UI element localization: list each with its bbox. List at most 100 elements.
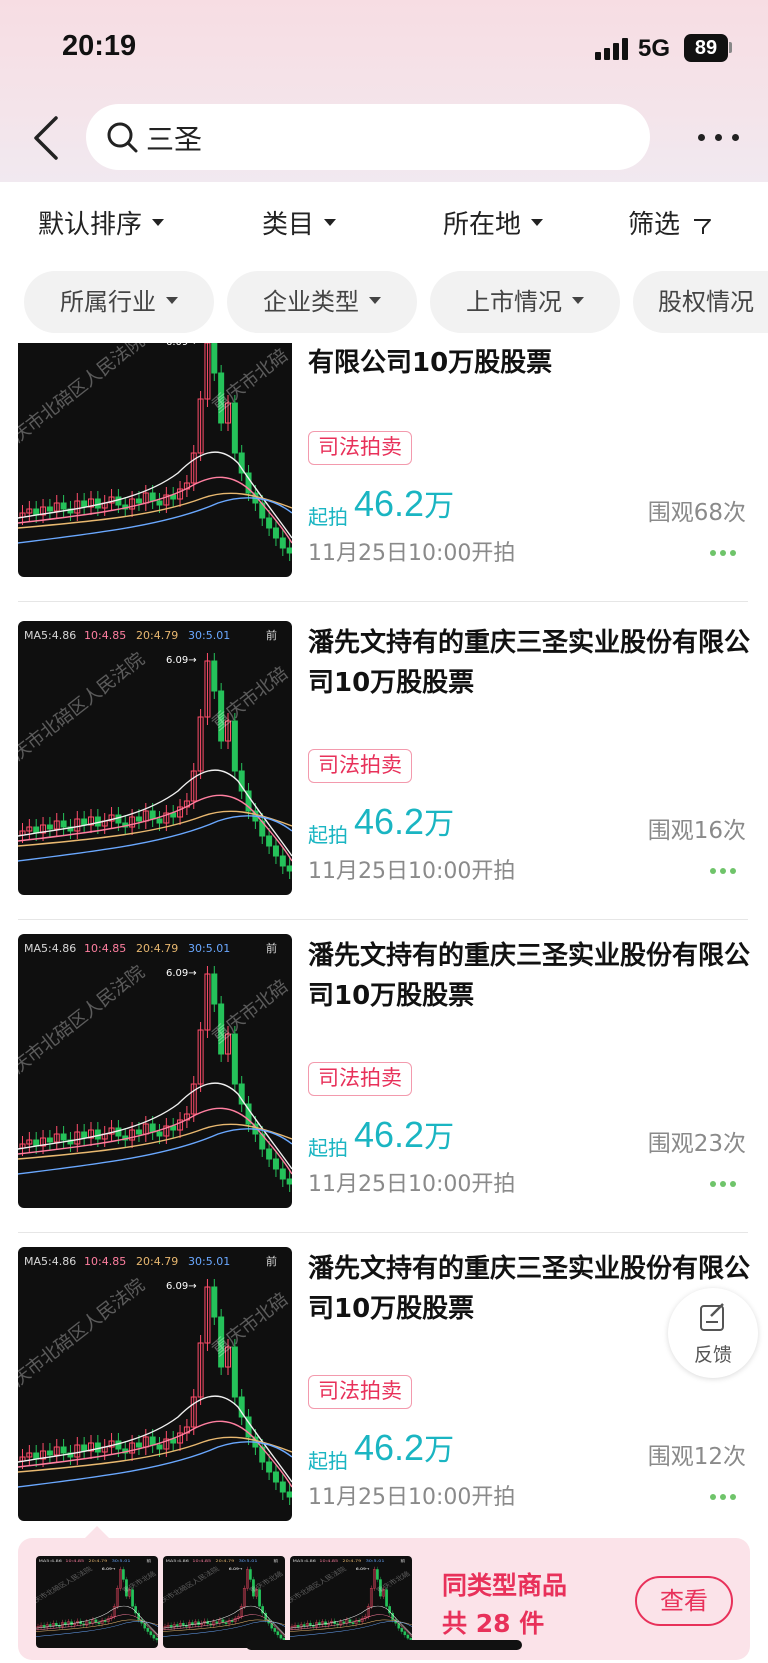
chip-label: 上市情况 [466,288,562,316]
candle-body [266,1148,273,1160]
price-unit: 万 [424,1120,455,1155]
price-value: 46.2 [354,1114,425,1155]
sort-filter[interactable]: 筛选 [628,204,712,241]
ma10-label: 10:4.85 [319,1559,338,1564]
chip-industry[interactable]: 所属行业 [24,271,214,333]
feedback-button[interactable]: 反馈 [668,1288,758,1378]
candle-body [296,1625,300,1628]
stock-chart-image: MA5:4.8610:4.8520:4.7930:5.01前6.09→庆市北碚区… [163,1558,285,1643]
listing-card[interactable]: MA5:4.8610:4.8520:4.7930:5.01前6.09→庆市北碚区… [0,934,768,1246]
price-unit: 万 [424,489,455,524]
stock-chart-image: MA5:4.8610:4.8520:4.7930:5.01前6.09→庆市北碚区… [18,628,292,879]
sort-category-label: 类目 [262,210,315,240]
candle-body [81,1444,88,1452]
candle-body [33,1452,40,1460]
back-button[interactable] [28,112,68,164]
caret-down-icon [152,219,165,226]
more-button[interactable] [696,122,742,152]
listing-thumbnail[interactable]: MA5:4.8610:4.8520:4.7930:5.01前6.09→庆市北碚区… [18,343,292,577]
sort-default[interactable]: 默认排序 [38,204,165,241]
listing-title[interactable]: 潘先文持有的重庆三圣实业股份有限公司10万股股票 [308,936,758,1016]
candle-body [276,1631,280,1636]
battery-icon: 89 [684,34,728,62]
stock-chart-image: MA5:4.8610:4.8520:4.7930:5.01前6.09→庆市北碚区… [18,343,292,561]
watermark-left: 庆市北碚区人民法院 [290,1565,348,1604]
signal-icon [595,38,629,60]
price-unit: 万 [424,807,455,842]
similar-count: 共 28 件 [442,1609,545,1638]
peak-label: 6.09→ [356,1567,370,1571]
listing-card[interactable]: MA5:4.8610:4.8520:4.7930:5.01前6.09→庆市北碚区… [0,621,768,933]
watermark-left: 庆市北碚区人民法院 [36,1565,94,1604]
watermark-left: 庆市北碚区人民法院 [18,1275,149,1391]
candle-body [272,1471,279,1483]
more-options-icon[interactable] [710,868,736,876]
filter-icon [694,218,712,234]
candle-body [258,1589,261,1607]
listing-thumbnail[interactable]: MA5:4.8610:4.8520:4.7930:5.01前6.09→庆市北碚区… [18,934,292,1208]
candle-body [131,1589,134,1607]
ma10-label: 10:4.85 [84,942,126,955]
candle-body [42,1625,46,1628]
chevron-left-icon [34,116,58,160]
listing-title[interactable]: 有限公司10万股股票 [308,343,758,383]
candle-body [155,1638,158,1641]
chip-equity[interactable]: 股权情况 [633,271,768,333]
front-label: 前 [273,1558,279,1564]
stock-chart-image: MA5:4.8610:4.8520:4.7930:5.01前6.09→庆市北碚区… [36,1558,158,1643]
candle-body [318,1622,321,1625]
status-time: 20:19 [62,30,137,62]
similar-thumbnail[interactable]: MA5:4.86 10:4.85 20:4.79 30:5.01 前 6.09→ 庆市北碚区… [163,1556,285,1648]
divider [18,919,748,920]
sort-category[interactable]: 类目 [262,204,337,241]
stock-chart-image: MA5:4.8610:4.8520:4.7930:5.01前6.09→庆市北碚区… [18,1254,292,1505]
more-options-icon[interactable] [710,1494,736,1502]
front-label: 前 [266,628,277,642]
listing-title[interactable]: 潘先文持有的重庆三圣实业股份有限公司10万股股票 [308,623,758,703]
more-options-icon[interactable] [710,1181,736,1189]
candle-body [169,1625,173,1628]
candle-body [88,1621,92,1624]
candle-body [231,1033,238,1085]
candle-body [146,1628,150,1632]
similar-thumbnail[interactable]: MA5:4.86 10:4.85 20:4.79 30:5.01 前 6.09→ 庆市北碚区… [290,1556,412,1648]
candle-body [46,1137,53,1143]
front-label: 前 [400,1558,406,1564]
peak-label: 6.09→ [229,1567,243,1571]
view-similar-button[interactable]: 查看 [635,1576,733,1626]
ma20-label: 20:4.79 [136,1255,178,1268]
chip-label: 所属行业 [60,288,156,316]
listing-card[interactable]: MA5:4.8610:4.8520:4.7930:5.01前6.09→庆市北碚区… [0,343,768,615]
front-label: 前 [146,1558,152,1564]
ma5-label: MA5:4.86 [39,1559,62,1564]
candle-body [279,855,286,867]
chip-listing[interactable]: 上市情况 [430,271,620,333]
similar-thumbnail[interactable]: MA5:4.86 10:4.85 20:4.79 30:5.01 前 6.09→ 庆市北碚区… [36,1556,158,1648]
candle-body [351,1622,355,1624]
candle-body [149,1123,156,1133]
candle-body [48,1624,52,1627]
candle-body [97,1622,101,1624]
candle-body [33,508,40,516]
ma30-label: 30:5.01 [239,1559,258,1564]
listing-thumbnail[interactable]: MA5:4.8610:4.8520:4.7930:5.01前6.09→庆市北碚区… [18,621,292,895]
candle-body [135,816,142,822]
candle-body [46,506,53,512]
listing-card[interactable]: MA5:4.8610:4.8520:4.7930:5.01前6.09→庆市北碚区… [0,1247,768,1521]
candle-body [266,835,273,847]
ma30-label: 30:5.01 [188,629,230,642]
caret-down-icon [166,296,178,304]
listing-thumbnail[interactable]: MA5:4.8610:4.8520:4.7930:5.01前6.09→庆市北碚区… [18,1247,292,1521]
search-input[interactable]: 三圣 [86,104,650,170]
ma5-label: MA5:4.86 [24,1255,76,1268]
chip-company-type[interactable]: 企业类型 [227,271,417,333]
candle-body [376,1569,379,1580]
chip-label: 股权情况 [658,288,754,316]
divider [18,1232,748,1233]
candle-body [135,1129,142,1135]
more-options-icon[interactable] [710,550,736,558]
candle-body [60,1446,67,1454]
ma20-label: 20:4.79 [343,1559,362,1564]
sort-location[interactable]: 所在地 [443,204,544,241]
search-icon [107,122,138,153]
